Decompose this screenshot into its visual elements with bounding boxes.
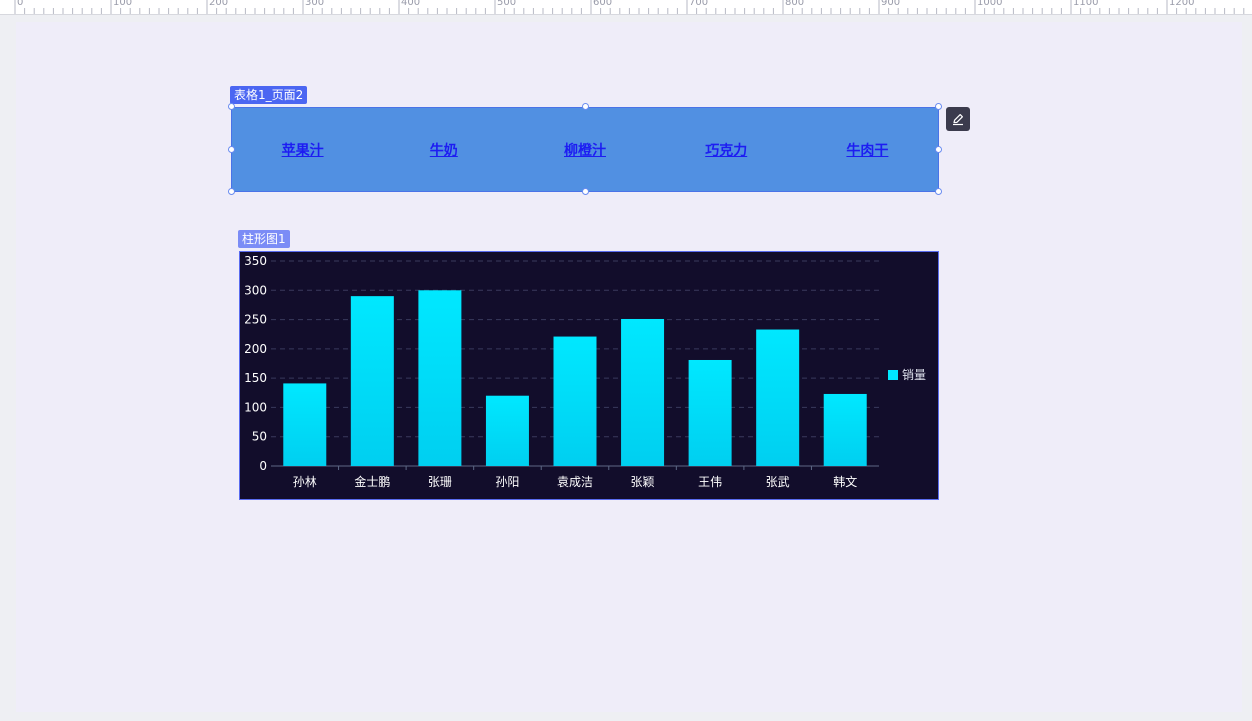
x-tick-label: 韩文	[833, 474, 857, 489]
table-header-cell[interactable]: 牛肉干	[797, 140, 938, 160]
y-tick-label: 250	[244, 313, 267, 327]
legend-label: 销量	[902, 368, 926, 382]
pencil-icon	[953, 114, 963, 126]
resize-handle-top-middle[interactable]	[582, 103, 589, 110]
ruler-label: 800	[785, 0, 805, 8]
ruler-label: 1000	[977, 0, 1003, 8]
top-ruler: 0 100 200 300 400 500 600 700 800 900 1000 1100 1200	[0, 0, 1252, 15]
y-tick-label: 150	[244, 371, 267, 385]
x-tick-label: 孙阳	[495, 475, 519, 489]
bar	[553, 336, 597, 466]
ruler-label: 500	[497, 0, 517, 8]
bar	[350, 296, 394, 466]
y-tick-label: 100	[244, 400, 267, 414]
table-header-cell[interactable]: 牛奶	[373, 140, 514, 160]
ruler-label: 600	[593, 0, 613, 8]
ruler-label: 1200	[1169, 0, 1195, 8]
table-component-tag[interactable]: 表格1_页面2	[230, 86, 308, 104]
y-tick-label: 200	[244, 342, 267, 356]
x-tick-label: 袁成洁	[557, 475, 593, 489]
resize-handle-middle-right[interactable]	[935, 146, 942, 153]
x-tick-label: 张武	[766, 475, 790, 489]
bar	[756, 329, 800, 466]
legend-swatch	[888, 370, 898, 380]
ruler-label: 700	[689, 0, 709, 8]
table-header-cell[interactable]: 柳橙汁	[514, 140, 655, 160]
ruler-label: 100	[113, 0, 133, 8]
ruler-label: 400	[401, 0, 421, 8]
bar	[823, 393, 867, 466]
ruler-label: 900	[881, 0, 901, 8]
ruler-label: 0	[17, 0, 24, 8]
resize-handle-top-right[interactable]	[935, 103, 942, 110]
resize-handle-middle-left[interactable]	[228, 146, 235, 153]
ruler-label: 1100	[1073, 0, 1099, 8]
y-tick-label: 0	[259, 459, 267, 473]
x-tick-label: 张颖	[631, 475, 655, 489]
table-header-cell[interactable]: 巧克力	[656, 140, 797, 160]
edit-button[interactable]	[946, 107, 970, 131]
table-header-cell[interactable]: 苹果汁	[232, 140, 373, 160]
x-tick-label: 孙林	[293, 475, 317, 489]
table-component[interactable]: 苹果汁 牛奶 柳橙汁 巧克力 牛肉干	[231, 107, 939, 192]
y-tick-label: 50	[252, 430, 267, 444]
resize-handle-bottom-left[interactable]	[228, 188, 235, 195]
resize-handle-bottom-middle[interactable]	[582, 188, 589, 195]
bar-chart: 0 50 100 150 200 250 300 350 孙林 金士鹏 张珊 孙阳 袁成洁 张颖 王伟 张武 韩…	[244, 254, 926, 489]
bar	[283, 383, 327, 466]
bar	[418, 290, 462, 466]
ruler-label: 200	[209, 0, 229, 8]
y-tick-label: 300	[244, 283, 267, 297]
ruler-ticks	[14, 0, 1245, 14]
bar	[485, 395, 529, 466]
bar-chart-component[interactable]: 0 50 100 150 200 250 300 350 孙林 金士鹏 张珊 孙阳 袁成洁 张颖 王伟 张武 韩…	[239, 251, 939, 500]
x-tick-label: 王伟	[698, 475, 722, 489]
ruler-label: 300	[305, 0, 325, 8]
bar	[688, 359, 732, 466]
resize-handle-bottom-right[interactable]	[935, 188, 942, 195]
x-tick-label: 张珊	[428, 475, 452, 489]
chart-component-tag[interactable]: 柱形图1	[238, 230, 290, 248]
resize-handle-top-left[interactable]	[228, 103, 235, 110]
bar	[621, 318, 665, 466]
y-tick-label: 350	[244, 254, 267, 268]
x-tick-label: 金士鹏	[354, 474, 390, 489]
